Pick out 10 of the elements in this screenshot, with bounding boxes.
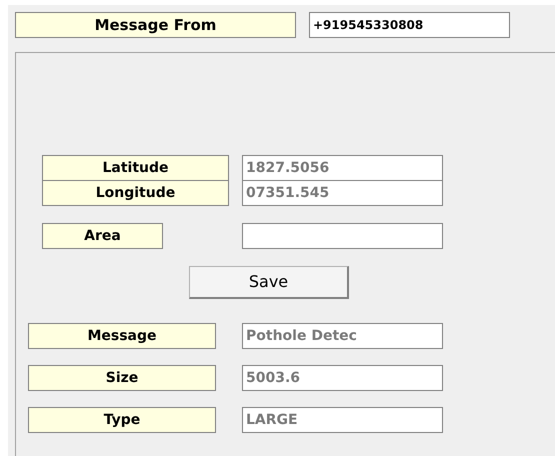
field-label: Size <box>28 365 216 391</box>
area-label: Area <box>42 223 163 249</box>
field-label: Message <box>28 323 216 349</box>
field-label: Longitude <box>42 181 229 206</box>
field-label: Type <box>28 407 216 433</box>
save-button[interactable]: Save <box>189 266 349 299</box>
message-from-field[interactable]: +919545330808 <box>309 12 510 38</box>
message-from-label: Message From <box>15 12 296 38</box>
field-label: Latitude <box>42 155 229 181</box>
area-field[interactable] <box>242 223 443 249</box>
